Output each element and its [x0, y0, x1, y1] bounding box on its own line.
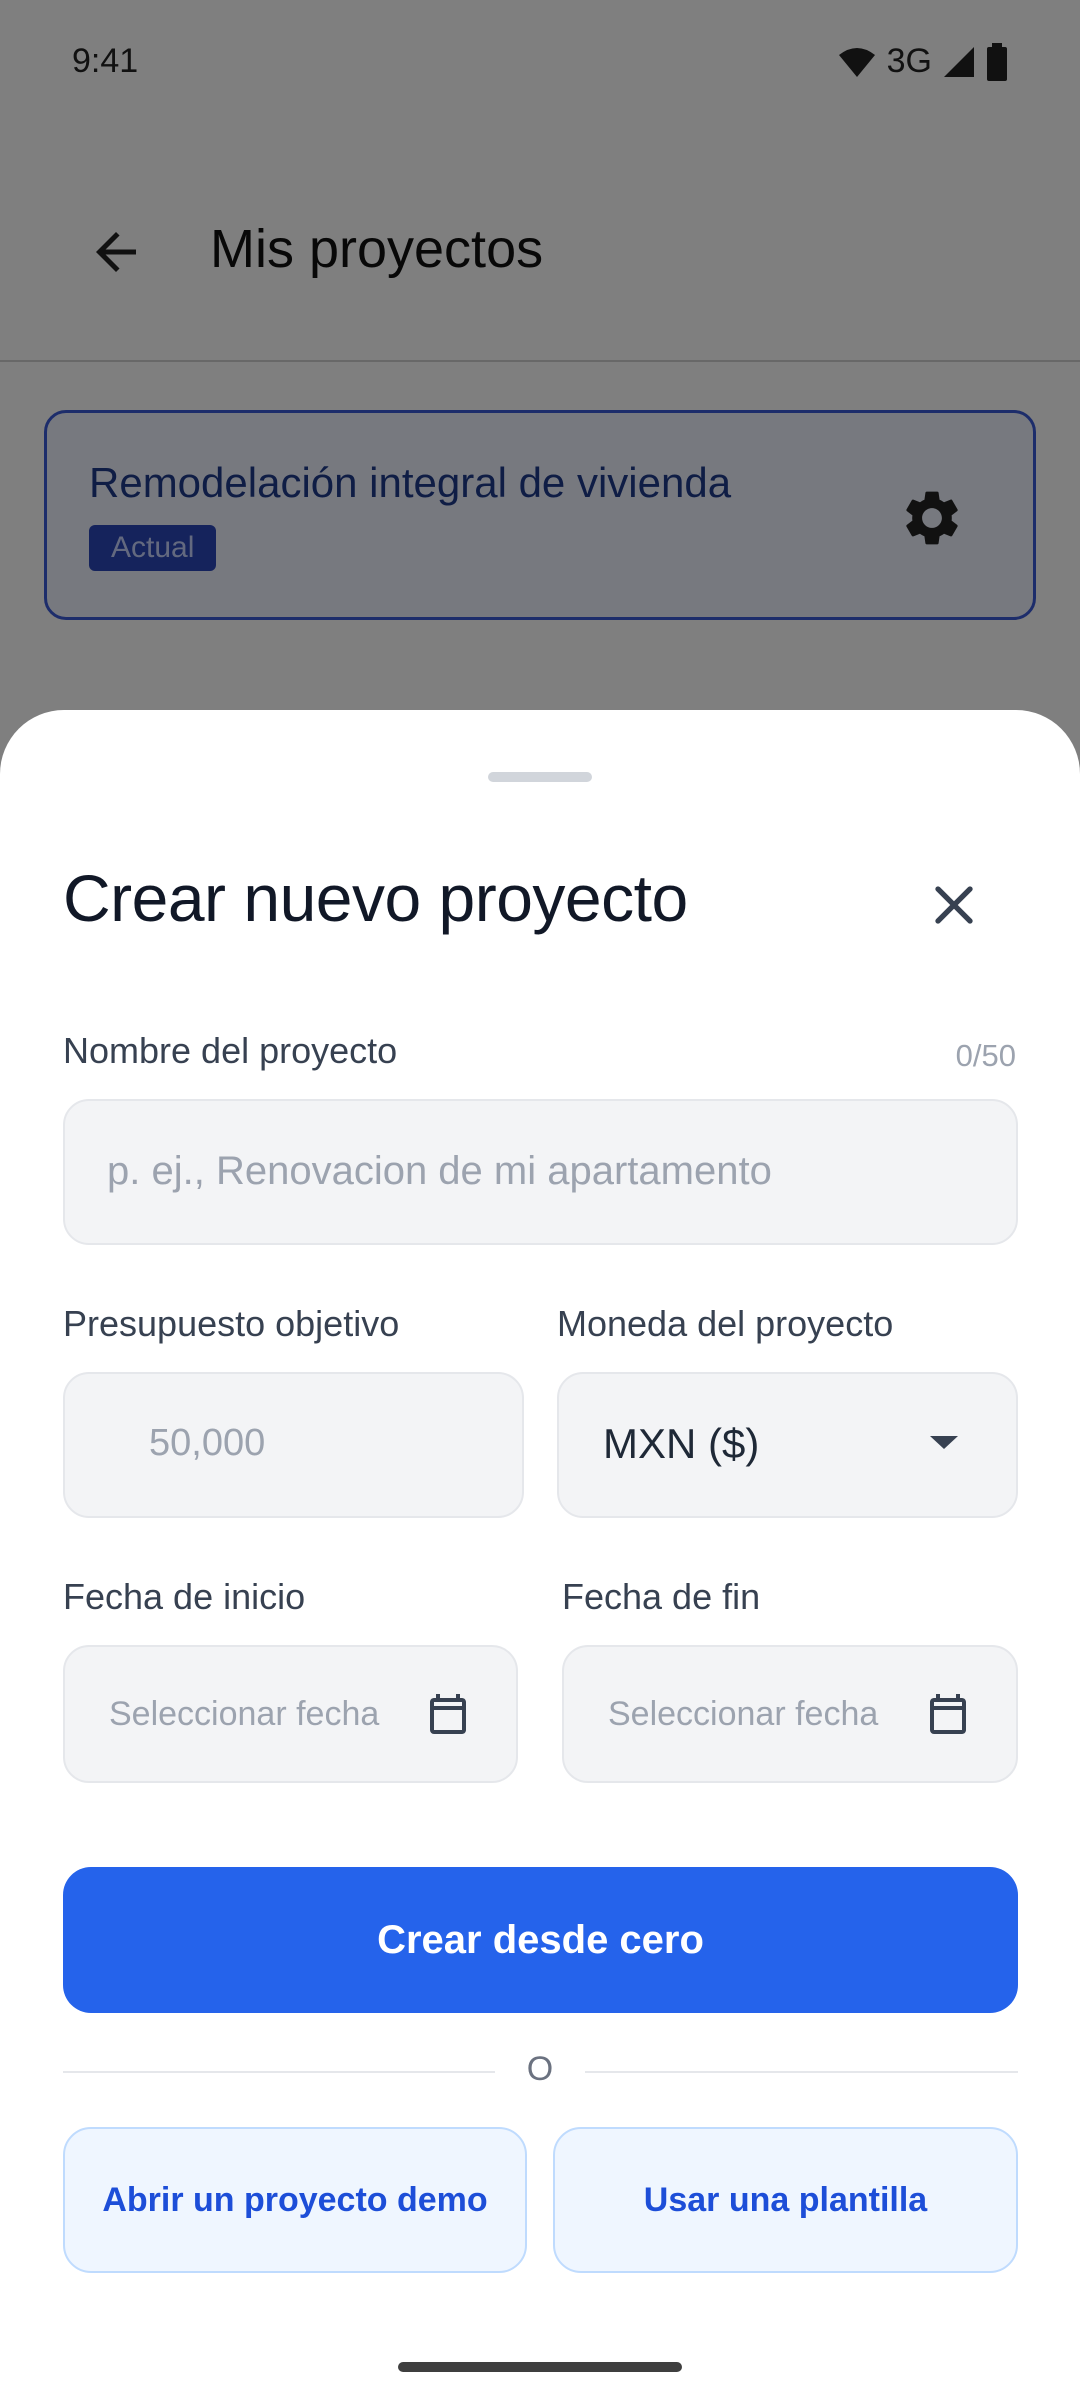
project-name-input[interactable]: p. ej., Renovacion de mi apartamento [63, 1099, 1018, 1245]
calendar-icon [424, 1689, 472, 1739]
end-date-field[interactable]: Seleccionar fecha [562, 1645, 1018, 1783]
calendar-icon [924, 1689, 972, 1739]
currency-select[interactable]: MXN ($) [557, 1372, 1018, 1518]
currency-value: MXN ($) [603, 1420, 760, 1467]
currency-label: Moneda del proyecto [557, 1303, 894, 1344]
open-demo-button[interactable]: Abrir un proyecto demo [63, 2127, 527, 2273]
chevron-down-icon [930, 1436, 958, 1449]
budget-placeholder: 50,000 [149, 1422, 266, 1464]
project-name-placeholder: p. ej., Renovacion de mi apartamento [107, 1149, 772, 1193]
drag-handle[interactable] [488, 772, 592, 782]
project-name-label: Nombre del proyecto [63, 1030, 398, 1071]
budget-input[interactable]: 50,000 [63, 1372, 524, 1518]
start-date-placeholder: Seleccionar fecha [109, 1695, 380, 1733]
close-icon[interactable] [922, 873, 986, 937]
start-date-field[interactable]: Seleccionar fecha [63, 1645, 518, 1783]
sheet-title: Crear nuevo proyecto [63, 861, 688, 935]
create-project-sheet: Crear nuevo proyecto Nombre del proyecto… [0, 710, 1080, 2400]
divider-right [585, 2071, 1018, 2073]
end-date-placeholder: Seleccionar fecha [608, 1695, 879, 1733]
home-indicator[interactable] [398, 2362, 682, 2372]
divider-left [63, 2071, 495, 2073]
divider-text: O [526, 2050, 554, 2088]
use-template-button[interactable]: Usar una plantilla [553, 2127, 1018, 2273]
start-date-label: Fecha de inicio [63, 1576, 306, 1617]
character-counter: 0/50 [955, 1038, 1016, 1073]
end-date-label: Fecha de fin [562, 1576, 761, 1617]
budget-label: Presupuesto objetivo [63, 1303, 400, 1344]
create-from-scratch-button[interactable]: Crear desde cero [63, 1867, 1018, 2013]
